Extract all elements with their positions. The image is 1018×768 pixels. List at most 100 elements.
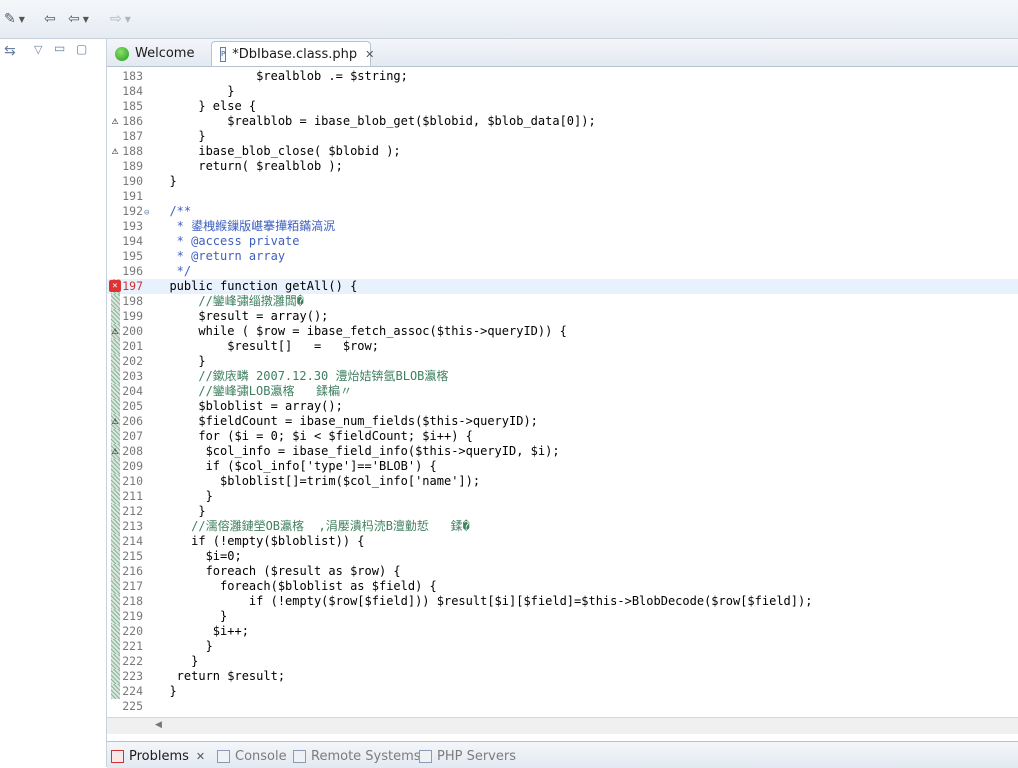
code-line[interactable]: 218 if (!empty($row[$field])) $result[$i…	[107, 594, 1018, 609]
line-number: 223	[122, 669, 143, 683]
line-number: 186	[122, 114, 143, 128]
code-line[interactable]: 203 //鏉庡疄 2007.12.30 澧炲姞锛氬BLOB瀛楁	[107, 369, 1018, 384]
code-line[interactable]: ⚠ 186 $realblob = ibase_blob_get($blobid,…	[107, 114, 1018, 129]
code-line[interactable]: 212 }	[107, 504, 1018, 519]
horizontal-scrollbar[interactable]: ◀	[107, 717, 1018, 734]
code-text: $bloblist[]=trim($col_info['name']);	[155, 474, 481, 488]
code-line[interactable]: 192 ⊖ /**	[107, 204, 1018, 219]
code-text: foreach($bloblist as $field) {	[155, 579, 437, 593]
tab-problems[interactable]: Problems ✕	[111, 745, 205, 767]
line-number: 193	[122, 219, 143, 233]
link-editor-icon[interactable]: ⇆	[4, 43, 16, 59]
back-button[interactable]: ⇦	[44, 9, 56, 29]
nav-back-button[interactable]: ⇦ ▼	[68, 9, 89, 29]
code-line[interactable]: 195 * @return array	[107, 249, 1018, 264]
dropdown-arrow-icon[interactable]: ▼	[125, 15, 131, 24]
code-text: */	[155, 264, 192, 278]
code-line[interactable]: ⚠ 200 while ( $row = ibase_fetch_assoc($t…	[107, 324, 1018, 339]
scroll-left-icon[interactable]: ◀	[155, 720, 162, 730]
line-number: 206	[122, 414, 143, 428]
tab-dbibase[interactable]: P *DbIbase.class.php ✕	[211, 41, 374, 66]
code-line[interactable]: ✕ 197 public function getAll() {	[107, 279, 1018, 294]
code-line[interactable]: 209 if ($col_info['type']=='BLOB') {	[107, 459, 1018, 474]
change-indicator	[111, 429, 120, 444]
code-line[interactable]: 217 foreach($bloblist as $field) {	[107, 579, 1018, 594]
code-line[interactable]: ⚠ 206 $fieldCount = ibase_num_fields($thi…	[107, 414, 1018, 429]
change-indicator	[111, 489, 120, 504]
tab-console[interactable]: Console	[217, 745, 287, 767]
line-number: 214	[122, 534, 143, 548]
code-text: if ($col_info['type']=='BLOB') {	[155, 459, 437, 473]
code-line[interactable]: 214 if (!empty($bloblist)) {	[107, 534, 1018, 549]
warning-icon[interactable]: ⚠	[109, 325, 121, 337]
code-line[interactable]: 213 //濡傛灉鏈塋OB瀛楁 ,涓嬮潰杩涜B澶勭悊 鍒�	[107, 519, 1018, 534]
code-line[interactable]: 198 //鑾峰彇缁撴灉闆�	[107, 294, 1018, 309]
code-line[interactable]: 185 } else {	[107, 99, 1018, 114]
line-number: 225	[122, 699, 143, 713]
code-line[interactable]: 202 }	[107, 354, 1018, 369]
code-line[interactable]: 205 $bloblist = array();	[107, 399, 1018, 414]
code-line[interactable]: 189 return( $realblob );	[107, 159, 1018, 174]
code-line[interactable]: 224 }	[107, 684, 1018, 699]
tab-remote-systems[interactable]: Remote Systems	[293, 745, 421, 767]
code-line[interactable]: 223 return $result;	[107, 669, 1018, 684]
change-indicator	[111, 519, 120, 534]
dropdown-arrow-icon[interactable]: ▼	[19, 15, 25, 24]
view-menu-icon[interactable]: ▽	[34, 43, 42, 56]
wand-button[interactable]: ✎ ▼	[4, 9, 25, 29]
close-icon[interactable]: ✕	[365, 48, 374, 61]
code-editor[interactable]: 183 $realblob .= $string; 184 } 185 } else…	[107, 67, 1018, 717]
code-line[interactable]: 220 $i++;	[107, 624, 1018, 639]
warning-icon[interactable]: ⚠	[109, 415, 121, 427]
code-line[interactable]: 193 * 鍙栧緱鏁版嵁搴撶粨鏋滈泦	[107, 219, 1018, 234]
code-line[interactable]: 219 }	[107, 609, 1018, 624]
tab-welcome[interactable]: Welcome	[107, 41, 207, 66]
line-number: 196	[122, 264, 143, 278]
code-text: }	[155, 489, 213, 503]
code-line[interactable]: 215 $i=0;	[107, 549, 1018, 564]
php-file-icon: P	[220, 46, 227, 62]
code-line[interactable]: 187 }	[107, 129, 1018, 144]
close-icon[interactable]: ✕	[196, 750, 205, 763]
tab-php-servers[interactable]: PHP Servers	[419, 745, 516, 767]
dropdown-arrow-icon[interactable]: ▼	[83, 15, 89, 24]
code-line[interactable]: 190 }	[107, 174, 1018, 189]
nav-forward-button[interactable]: ⇨ ▼	[110, 9, 131, 29]
tab-label: Problems	[129, 748, 189, 764]
code-line[interactable]: ⚠ 208 $col_info = ibase_field_info($this-…	[107, 444, 1018, 459]
code-line[interactable]: 216 foreach ($result as $row) {	[107, 564, 1018, 579]
code-line[interactable]: 191	[107, 189, 1018, 204]
warning-icon[interactable]: ⚠	[109, 445, 121, 457]
code-text: $i=0;	[155, 549, 242, 563]
code-line[interactable]: 210 $bloblist[]=trim($col_info['name']);	[107, 474, 1018, 489]
error-icon[interactable]: ✕	[109, 280, 121, 292]
code-line[interactable]: 211 }	[107, 489, 1018, 504]
code-line[interactable]: ⚠ 188 ibase_blob_close( $blobid );	[107, 144, 1018, 159]
code-line[interactable]: 201 $result[] = $row;	[107, 339, 1018, 354]
minimize-icon[interactable]: ▭	[54, 41, 65, 55]
code-line[interactable]: 184 }	[107, 84, 1018, 99]
code-text: foreach ($result as $row) {	[155, 564, 401, 578]
change-indicator	[111, 639, 120, 654]
code-text: if (!empty($bloblist)) {	[155, 534, 365, 548]
change-indicator	[111, 579, 120, 594]
code-text: }	[155, 654, 199, 668]
code-line[interactable]: 183 $realblob .= $string;	[107, 69, 1018, 84]
code-text: //鑾峰彇LOB瀛楁 鍒楄〃	[155, 384, 353, 398]
code-line[interactable]: 199 $result = array();	[107, 309, 1018, 324]
warning-icon[interactable]: ⚠	[109, 145, 121, 157]
code-line[interactable]: 225	[107, 699, 1018, 714]
code-text: }	[155, 609, 228, 623]
line-number: 194	[122, 234, 143, 248]
maximize-icon[interactable]: ▢	[76, 42, 87, 56]
code-line[interactable]: 196 */	[107, 264, 1018, 279]
code-line[interactable]: 222 }	[107, 654, 1018, 669]
code-text: $i++;	[155, 624, 249, 638]
code-line[interactable]: 207 for ($i = 0; $i < $fieldCount; $i++)…	[107, 429, 1018, 444]
line-number: 197	[122, 279, 143, 293]
code-line[interactable]: 221 }	[107, 639, 1018, 654]
line-number: 199	[122, 309, 143, 323]
code-line[interactable]: 194 * @access private	[107, 234, 1018, 249]
code-line[interactable]: 204 //鑾峰彇LOB瀛楁 鍒楄〃	[107, 384, 1018, 399]
warning-icon[interactable]: ⚠	[109, 115, 121, 127]
